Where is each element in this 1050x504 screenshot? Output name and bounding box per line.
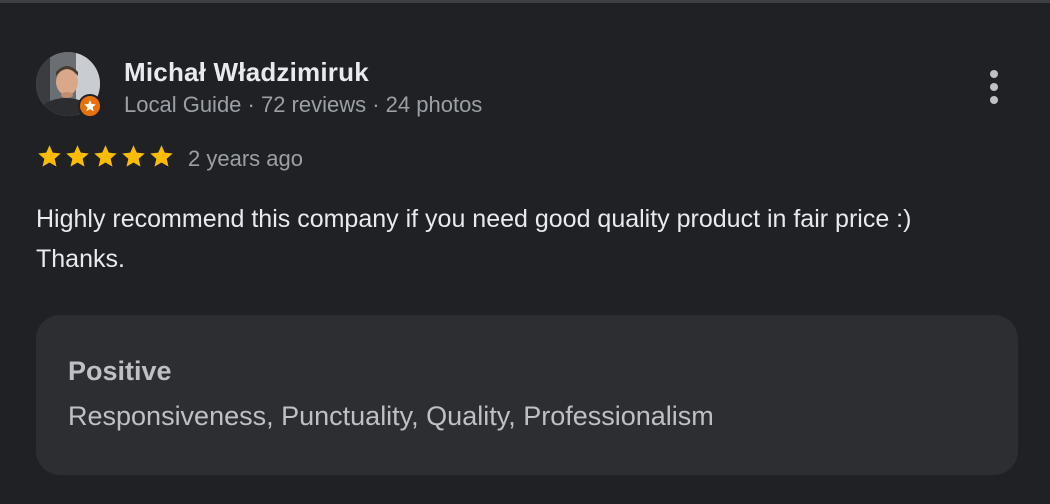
author-name[interactable]: Michał Władzimiruk	[124, 57, 369, 88]
star-filled-icon	[120, 143, 147, 175]
local-guide-star-icon	[78, 94, 102, 118]
review-text: Highly recommend this company if you nee…	[36, 199, 1026, 279]
star-filled-icon	[148, 143, 175, 175]
star-rating	[36, 143, 175, 175]
review-text-line: Thanks.	[36, 245, 125, 273]
review-card: Michał Władzimiruk Local Guide · 72 revi…	[0, 0, 1050, 504]
review-text-line: Highly recommend this company if you nee…	[36, 205, 912, 233]
review-time: 2 years ago	[188, 146, 303, 171]
star-filled-icon	[36, 143, 63, 175]
more-options-button[interactable]	[974, 65, 1014, 109]
review-attributes-panel: Positive Responsiveness, Punctuality, Qu…	[36, 315, 1018, 475]
attributes-heading: Positive	[68, 356, 172, 386]
star-filled-icon	[64, 143, 91, 175]
more-vert-icon	[990, 70, 998, 78]
author-avatar-link[interactable]	[36, 52, 102, 118]
attributes-values: Responsiveness, Punctuality, Quality, Pr…	[68, 401, 714, 431]
star-filled-icon	[92, 143, 119, 175]
author-meta[interactable]: Local Guide · 72 reviews · 24 photos	[124, 92, 482, 118]
